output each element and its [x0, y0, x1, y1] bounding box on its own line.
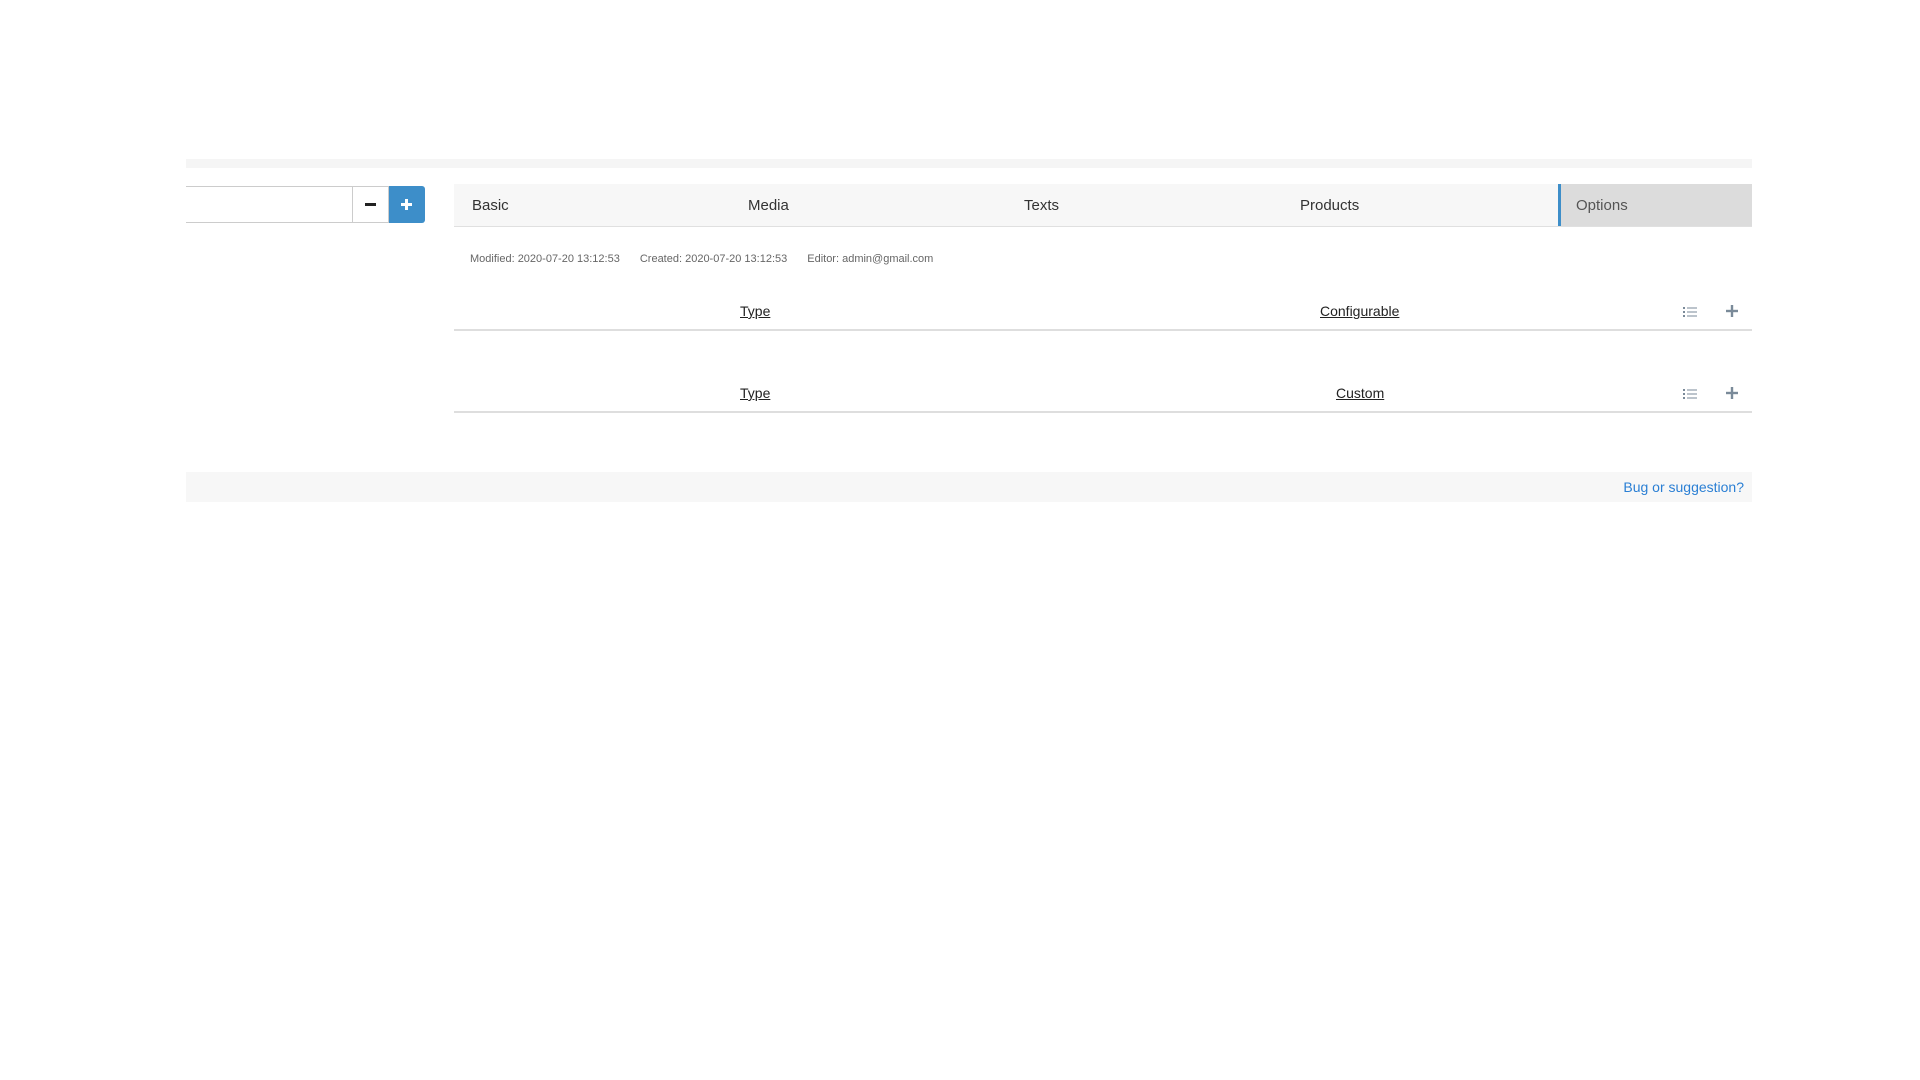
editor-email: Editor: admin@gmail.com	[807, 253, 934, 265]
plus-icon[interactable]	[1726, 305, 1738, 317]
list-icon[interactable]	[1683, 388, 1697, 400]
top-divider-strip	[186, 159, 1752, 168]
option-value-link[interactable]: Configurable	[1320, 303, 1399, 319]
tab-texts[interactable]: Texts	[1006, 184, 1282, 226]
plus-icon[interactable]	[1726, 387, 1738, 399]
created-timestamp: Created: 2020-07-20 13:12:53	[639, 253, 788, 265]
option-row: Type Configurable	[454, 295, 1752, 331]
expand-button[interactable]	[389, 186, 425, 223]
bug-report-link[interactable]: Bug or suggestion?	[1623, 479, 1744, 495]
option-value-link[interactable]: Custom	[1336, 385, 1384, 401]
page: Basic Media Texts Products Options Modif…	[0, 0, 1920, 1080]
footer-bar: Bug or suggestion?	[186, 472, 1752, 502]
tab-options[interactable]: Options	[1558, 184, 1752, 226]
tab-basic[interactable]: Basic	[454, 184, 730, 226]
minus-icon	[365, 203, 376, 206]
option-row: Type Custom	[454, 377, 1752, 413]
collapse-button[interactable]	[353, 186, 389, 223]
modified-timestamp: Modified: 2020-07-20 13:12:53	[470, 253, 620, 265]
tab-media[interactable]: Media	[730, 184, 1006, 226]
option-type-link[interactable]: Type	[740, 303, 770, 319]
list-icon[interactable]	[1683, 306, 1697, 318]
option-type-link[interactable]: Type	[740, 385, 770, 401]
record-meta: Modified: 2020-07-20 13:12:53 Created: 2…	[470, 253, 953, 265]
tab-bar: Basic Media Texts Products Options	[454, 184, 1752, 227]
tree-controls	[186, 186, 425, 223]
tab-products[interactable]: Products	[1282, 184, 1558, 226]
tree-search-input[interactable]	[186, 186, 353, 223]
